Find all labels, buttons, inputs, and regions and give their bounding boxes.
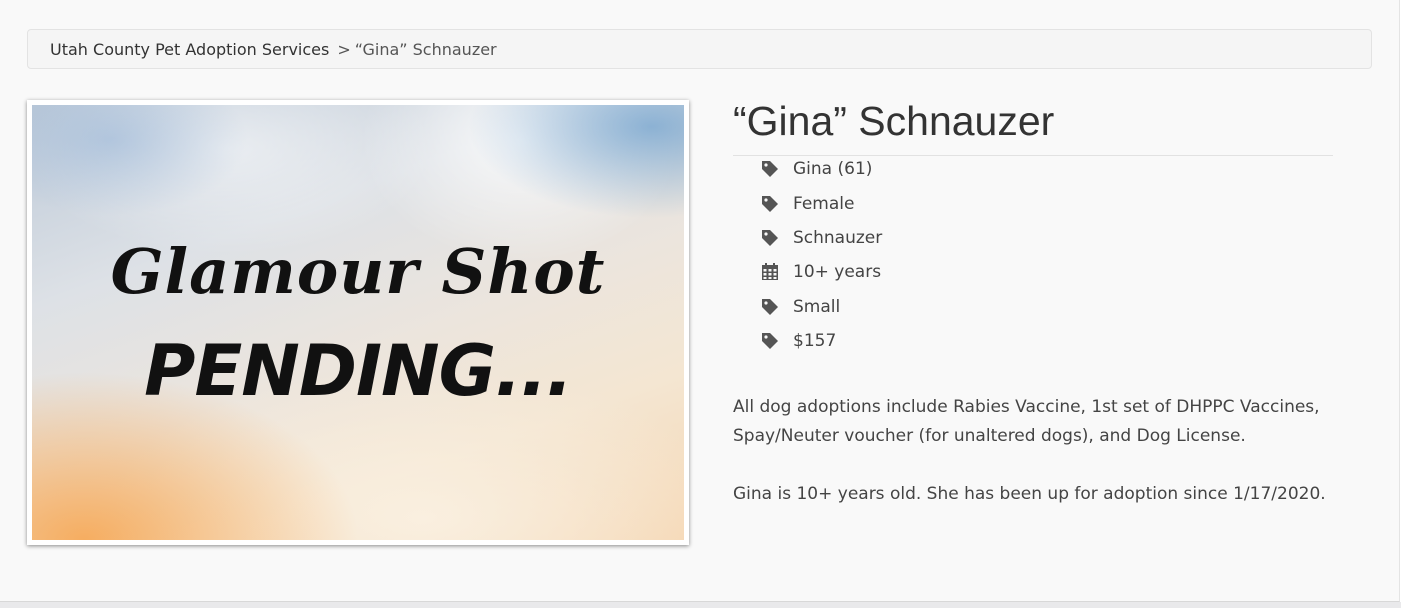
pet-photo-frame: Glamour Shot PENDING... — [27, 100, 689, 545]
fact-name: Gina (61) — [760, 152, 882, 186]
fact-fee: $157 — [760, 324, 882, 358]
page-footer-strip — [0, 602, 1401, 608]
fact-text: Female — [793, 193, 855, 214]
tag-icon — [760, 331, 780, 351]
tag-icon — [760, 159, 780, 179]
breadcrumb-home-link[interactable]: Utah County Pet Adoption Services — [50, 40, 329, 59]
breadcrumb-current: “Gina” Schnauzer — [354, 39, 497, 59]
fact-text: Gina (61) — [793, 159, 873, 180]
fact-text: Small — [793, 296, 841, 317]
tag-icon — [760, 194, 780, 214]
fact-sex: Female — [760, 186, 882, 220]
calendar-icon — [760, 262, 780, 282]
tag-icon — [760, 297, 780, 317]
photo-caption-line2: PENDING... — [144, 330, 573, 412]
photo-caption-line1: Glamour Shot — [110, 235, 606, 308]
fact-text: 10+ years — [793, 262, 882, 283]
pet-summary-text: Gina is 10+ years old. She has been up f… — [733, 484, 1326, 504]
photo-sky — [32, 105, 684, 540]
fact-size: Small — [760, 290, 882, 324]
page-title: “Gina” Schnauzer — [733, 98, 1055, 144]
fact-text: $157 — [793, 331, 837, 352]
pet-photo: Glamour Shot PENDING... — [32, 105, 684, 540]
pet-facts-list: Gina (61) Female Schnauzer 10+ years Sma… — [760, 152, 882, 358]
breadcrumb: Utah County Pet Adoption Services > “Gin… — [27, 29, 1372, 69]
breadcrumb-separator: > — [337, 39, 351, 59]
tag-icon — [760, 228, 780, 248]
fact-breed: Schnauzer — [760, 221, 882, 255]
fact-text: Schnauzer — [793, 227, 883, 248]
adoption-info-text: All dog adoptions include Rabies Vaccine… — [733, 397, 1320, 446]
fact-age: 10+ years — [760, 255, 882, 289]
